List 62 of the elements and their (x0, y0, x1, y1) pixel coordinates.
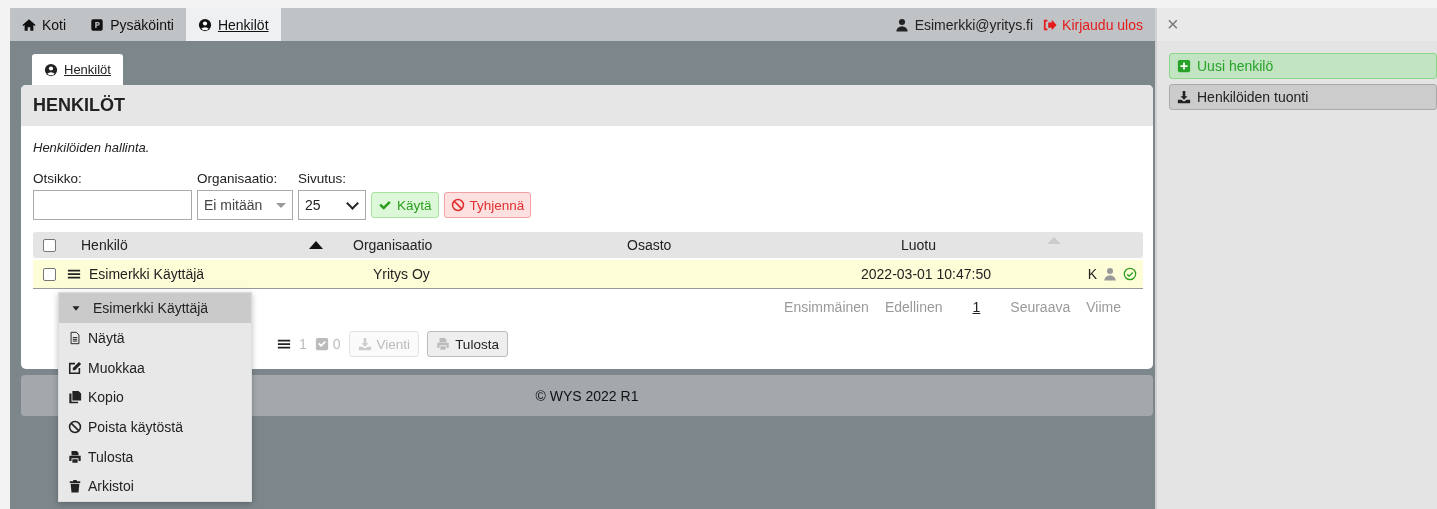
column-header[interactable]: Organisaatio (353, 237, 433, 253)
user-circle-icon (197, 17, 212, 32)
copy-icon (68, 390, 82, 405)
filter-label: Otsikko: (33, 171, 83, 186)
menu-item[interactable]: Näytä (59, 323, 251, 353)
ban-icon (450, 198, 465, 212)
menu-icon (277, 337, 291, 351)
menu-item[interactable]: Tulosta (59, 441, 251, 472)
download-icon (1177, 90, 1191, 104)
home-icon (22, 17, 36, 32)
table-cell: 2022-03-01 10:47:50 (861, 266, 991, 282)
copyright-text: © WYS 2022 R1 (535, 387, 639, 404)
row-checkbox[interactable] (42, 267, 56, 281)
description: Henkilöiden hallinta. (33, 140, 151, 155)
badge-letter: K (1087, 266, 1097, 282)
user-email[interactable]: Esimerkki@yritys.fi (914, 16, 1034, 33)
menu-header[interactable]: Esimerkki Käyttäjä (59, 293, 251, 323)
nav-tab[interactable]: Koti (10, 8, 79, 41)
clear-button[interactable]: Tyhjennä (443, 192, 532, 218)
sort-icon[interactable] (309, 241, 323, 249)
menu-title: Esimerkki Käyttäjä (93, 300, 209, 316)
menu-item[interactable]: Kopio (59, 382, 251, 413)
checked-count: 0 (332, 336, 341, 352)
side-button[interactable]: Henkilöiden tuonti (1169, 84, 1437, 110)
page-size-select[interactable]: 25 (298, 190, 366, 220)
menu-item[interactable]: Poista käytöstä (59, 412, 251, 442)
edit-icon (68, 360, 82, 375)
panel-title: HENKILÖT (21, 85, 1153, 126)
menu-item[interactable]: Muokkaa (59, 352, 251, 383)
pagination-link[interactable]: 1 (950, 299, 1003, 315)
title-input[interactable] (33, 190, 192, 220)
row-count: 1 (299, 336, 307, 352)
organization-dropdown[interactable]: Ei mitään (197, 190, 293, 220)
table-row[interactable]: Esimerkki Käyttäjä Yritys Oy 2022-03-01 10:47:50 K (33, 260, 1143, 289)
user-icon (1103, 267, 1117, 281)
printer-icon (436, 337, 451, 351)
user-icon (894, 17, 909, 32)
document-icon (68, 330, 82, 345)
column-header[interactable]: Henkilö (81, 237, 128, 253)
column-header[interactable]: Osasto (627, 237, 672, 253)
close-button[interactable]: × (1167, 13, 1179, 36)
table-cell: Yritys Oy (373, 266, 430, 282)
toolbar-button[interactable]: Tulosta (427, 331, 508, 357)
trash-icon (68, 479, 82, 494)
select-all-checkbox[interactable] (42, 238, 56, 252)
column-header[interactable]: Luotu (901, 237, 937, 253)
menu-item[interactable]: Arkistoi (59, 471, 251, 502)
parking-icon (90, 17, 105, 32)
nav-tab[interactable]: Pysäköinti (78, 8, 186, 41)
page-tab[interactable]: Henkilöt (32, 54, 123, 85)
user-circle-icon (44, 62, 58, 77)
menu-icon (67, 267, 81, 281)
printer-icon (68, 449, 82, 464)
filter-label: Organisaatio: (197, 171, 279, 186)
download-icon (357, 337, 372, 351)
ban-icon (68, 419, 82, 434)
logout-icon (1043, 17, 1058, 32)
checkbox-icon (314, 337, 329, 351)
filter-label: Sivutus: (298, 171, 348, 186)
nav-tab[interactable]: Henkilöt (185, 8, 281, 41)
plus-icon (1177, 59, 1191, 73)
table-cell: Esimerkki Käyttäjä (89, 266, 205, 282)
